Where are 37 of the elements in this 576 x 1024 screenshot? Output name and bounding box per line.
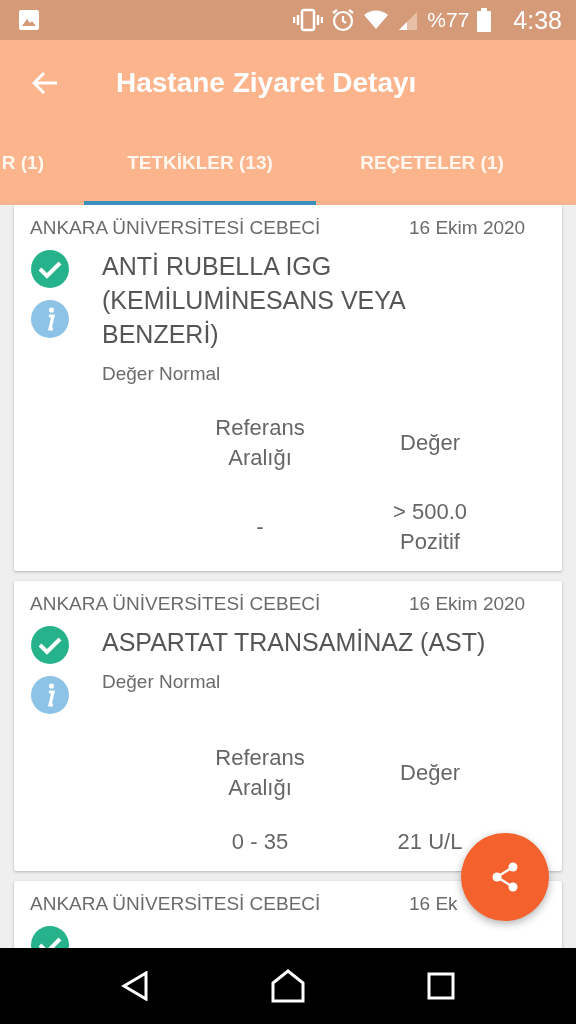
recents-icon[interactable] xyxy=(427,972,455,1000)
test-name: ASPARTAT TRANSAMİNAZ (AST) xyxy=(102,627,486,658)
vibrate-icon xyxy=(293,8,324,32)
tab[interactable]: R (1) xyxy=(0,125,84,205)
back-icon[interactable] xyxy=(121,971,149,1001)
column-header: Referans Aralığı xyxy=(214,744,306,802)
result-note: Değer Normal xyxy=(102,671,222,693)
hospital-name: ANKARA ÜNİVERSİTESİ CEBECİ xyxy=(30,893,321,915)
battery-percent: %77 xyxy=(427,8,470,32)
share-icon xyxy=(490,861,520,893)
test-value: 21 U/L xyxy=(396,828,464,856)
reference-range: 0 - 35 xyxy=(230,828,290,856)
alarm-icon xyxy=(331,8,356,32)
check-icon xyxy=(30,625,70,665)
column-header: Değer xyxy=(399,759,461,787)
battery-icon xyxy=(477,8,492,32)
home-icon[interactable] xyxy=(271,969,305,1003)
clock: 4:38 xyxy=(513,5,562,35)
reference-range: - xyxy=(255,513,265,541)
info-icon[interactable] xyxy=(30,675,70,715)
info-icon[interactable] xyxy=(30,299,70,339)
column-header: Referans Aralığı xyxy=(214,414,306,472)
hospital-name: ANKARA ÜNİVERSİTESİ CEBECİ xyxy=(30,593,321,615)
wifi-icon xyxy=(363,9,390,31)
test-name: ANTİ RUBELLA IGG (KEMİLUMİNESANS VEYA BENZERİ) xyxy=(102,251,406,350)
hospital-name: ANKARA ÜNİVERSİTESİ CEBECİ xyxy=(30,217,321,239)
test-value: > 500.0 Pozitif xyxy=(392,498,468,556)
check-icon xyxy=(30,249,70,289)
test-date: 16 Ek xyxy=(409,893,459,915)
image-icon xyxy=(18,9,40,31)
column-header: Değer xyxy=(399,429,461,457)
back-arrow-icon[interactable] xyxy=(32,70,58,95)
test-date: 16 Ekim 2020 xyxy=(409,217,527,239)
result-note: Değer Normal xyxy=(102,363,222,385)
test-date: 16 Ekim 2020 xyxy=(409,593,527,615)
screen-title: Hastane Ziyaret Detayı xyxy=(116,66,417,99)
tab[interactable]: REÇETELER (1) xyxy=(316,125,548,205)
